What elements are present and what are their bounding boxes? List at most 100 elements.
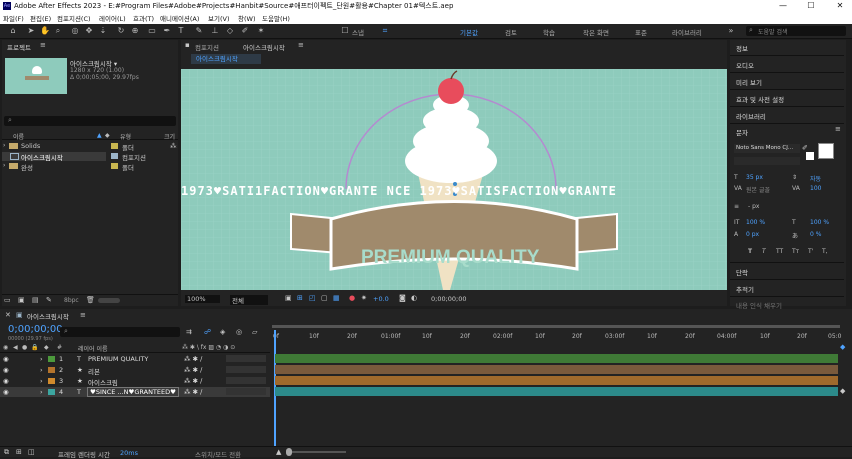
pan-tool-icon[interactable]: ✥ <box>84 26 94 36</box>
layer-mode-boxes[interactable] <box>226 355 266 362</box>
more-workspaces-icon[interactable]: » <box>726 26 736 36</box>
info-panel-tab[interactable]: 정보 <box>736 43 748 53</box>
baseline-value[interactable]: 0 px <box>746 231 759 238</box>
marquee-text[interactable]: 1973♥SATI1FACTION♥GRANTE NCE 1973♥SATISF… <box>181 184 727 198</box>
brush-tool-icon[interactable]: ✎ <box>194 26 204 36</box>
faux-italic-button[interactable]: T <box>762 248 766 255</box>
menu-window[interactable]: 창(W) <box>238 13 255 23</box>
bit-depth[interactable]: 8bpc <box>64 297 79 304</box>
mask-icon[interactable]: ◰ <box>309 294 316 302</box>
layer-row[interactable]: ◉ › 3 ★ 아이스크림 ⁂ ✱ ∕ <box>0 376 270 387</box>
label-swatch[interactable] <box>111 163 118 169</box>
stroke-width-value[interactable]: - px <box>748 203 759 210</box>
horizontal-scale-value[interactable]: 100 % <box>810 219 829 226</box>
lock-icon[interactable]: ▪ <box>185 41 190 49</box>
layer-label-swatch[interactable] <box>48 356 55 362</box>
layer-mode-boxes[interactable] <box>226 388 266 395</box>
flow-icon[interactable]: ⁂ <box>170 142 177 150</box>
region-icon[interactable]: ▢ <box>321 294 328 302</box>
panel-menu-icon[interactable]: ≡ <box>298 41 304 49</box>
close-button[interactable]: ✕ <box>830 0 850 12</box>
paragraph-panel-tab[interactable]: 단락 <box>736 267 748 277</box>
vertical-scale-value[interactable]: 100 % <box>746 219 765 226</box>
workspace-review[interactable]: 검토 <box>505 27 517 37</box>
expand-icon[interactable]: ⊞ <box>16 448 22 456</box>
menu-effect[interactable]: 효과(T) <box>133 13 154 23</box>
kerning-value[interactable]: 원본 글꼴 <box>746 185 770 194</box>
anchor-tool-icon[interactable]: ⊕ <box>130 26 140 36</box>
help-search-input[interactable]: ⌕ 도움말 검색 <box>746 26 846 36</box>
font-family-select[interactable]: Noto Sans Mono CJ... <box>734 144 800 153</box>
layer-switches[interactable]: ⁂ ✱ ∕ <box>184 355 202 363</box>
composition-breadcrumb[interactable]: 아이스크림시작 <box>191 54 261 64</box>
rectangle-tool-icon[interactable]: ▭ <box>147 26 157 36</box>
layer-switches[interactable]: ⁂ ✱ ∕ <box>184 388 202 396</box>
project-row[interactable]: › 완성 폴더 <box>2 162 178 172</box>
shy-icon[interactable]: ◈ <box>220 328 225 336</box>
comp-flowchart-icon[interactable]: ⇉ <box>186 328 192 336</box>
composition-tab-label[interactable]: 컴포지션 <box>195 42 219 52</box>
rotate-tool-icon[interactable]: ↻ <box>116 26 126 36</box>
draft-3d-icon[interactable]: ☍ <box>204 328 211 336</box>
new-composition-icon[interactable]: ▤ <box>32 296 39 304</box>
current-time[interactable]: 0;00;00;00 <box>431 295 467 303</box>
layer-label-swatch[interactable] <box>48 367 55 373</box>
work-area-bar[interactable] <box>270 322 842 330</box>
project-row-selected[interactable]: 아이스크림시작 <box>2 152 106 162</box>
dolly-tool-icon[interactable]: ⇣ <box>98 26 108 36</box>
exposure-value[interactable]: +0.0 <box>373 295 389 303</box>
chevron-right-icon[interactable]: › <box>40 366 43 374</box>
layer-duration-bar[interactable] <box>275 387 838 396</box>
layer-name[interactable]: 리본 <box>88 366 100 376</box>
layer-mode-boxes[interactable] <box>226 366 266 373</box>
maximize-button[interactable]: ☐ <box>801 0 821 12</box>
home-icon[interactable]: ⌂ <box>8 26 18 36</box>
column-type[interactable]: 유형 <box>120 132 131 141</box>
render-icon[interactable]: ⧉ <box>4 448 9 457</box>
label-swatch[interactable] <box>111 153 118 159</box>
ribbon-text[interactable]: PREMIUM QUALITY <box>361 247 539 269</box>
layer-label-swatch[interactable] <box>48 378 55 384</box>
effects-presets-tab[interactable]: 효과 및 사전 설정 <box>736 94 784 104</box>
menu-animation[interactable]: 애니메이션(A) <box>160 13 199 23</box>
menu-help[interactable]: 도움말(H) <box>262 13 290 23</box>
selection-tool-icon[interactable]: ➤ <box>26 26 36 36</box>
panel-menu-icon[interactable]: ≡ <box>80 311 86 319</box>
roto-tool-icon[interactable]: ✐ <box>240 26 250 36</box>
zoom-select[interactable]: 100% <box>185 295 220 303</box>
font-style-select[interactable] <box>734 157 800 165</box>
layer-label-swatch[interactable] <box>48 389 55 395</box>
faux-bold-button[interactable]: T <box>748 248 752 255</box>
layer-name[interactable]: PREMIUM QUALITY <box>88 355 148 363</box>
close-icon[interactable]: ✕ <box>5 311 11 319</box>
menu-layer[interactable]: 레이어(L) <box>99 13 126 23</box>
grid-icon[interactable]: ⊞ <box>297 294 303 302</box>
eraser-tool-icon[interactable]: ◇ <box>225 26 235 36</box>
menu-edit[interactable]: 편집(E) <box>30 13 51 23</box>
timeline-tab[interactable]: 아이스크림시작 <box>27 311 69 321</box>
layer-row[interactable]: ◉ › 2 ★ 리본 ⁂ ✱ ∕ <box>0 365 270 376</box>
pen-tool-icon[interactable]: ✒ <box>162 26 172 36</box>
layer-duration-bar[interactable] <box>275 376 838 385</box>
column-name[interactable]: 이름 <box>13 132 24 141</box>
thumbnail-slider[interactable] <box>98 298 120 303</box>
tracker-panel-tab[interactable]: 추적기 <box>736 284 754 294</box>
project-search-input[interactable]: ⌕ <box>4 116 176 126</box>
menu-file[interactable]: 파일(F) <box>3 13 24 23</box>
superscript-button[interactable]: T' <box>808 248 813 255</box>
menu-composition[interactable]: 컴포지션(C) <box>57 13 91 23</box>
preview-panel-tab[interactable]: 미리 보기 <box>736 77 762 87</box>
composition-viewer[interactable]: 1973♥SATI1FACTION♥GRANTE NCE 1973♥SATISF… <box>181 69 727 290</box>
eye-icon[interactable]: ◉ <box>3 366 9 374</box>
toggle-switches-modes[interactable]: 스위치/모드 전환 <box>195 449 241 459</box>
workspace-small-screen[interactable]: 작은 화면 <box>583 27 609 37</box>
column-size[interactable]: 크기 <box>164 132 175 141</box>
panel-menu-icon[interactable]: ≡ <box>835 125 841 133</box>
libraries-tab[interactable]: 라이브러리 <box>736 111 766 121</box>
transparency-icon[interactable]: ▦ <box>333 294 340 302</box>
camera-icon[interactable]: ▣ <box>285 294 292 302</box>
chevron-right-icon[interactable]: › <box>40 388 43 396</box>
eye-icon[interactable]: ◉ <box>3 355 9 363</box>
motion-blur-icon[interactable]: ◎ <box>236 328 242 336</box>
all-caps-button[interactable]: TT <box>776 248 783 255</box>
